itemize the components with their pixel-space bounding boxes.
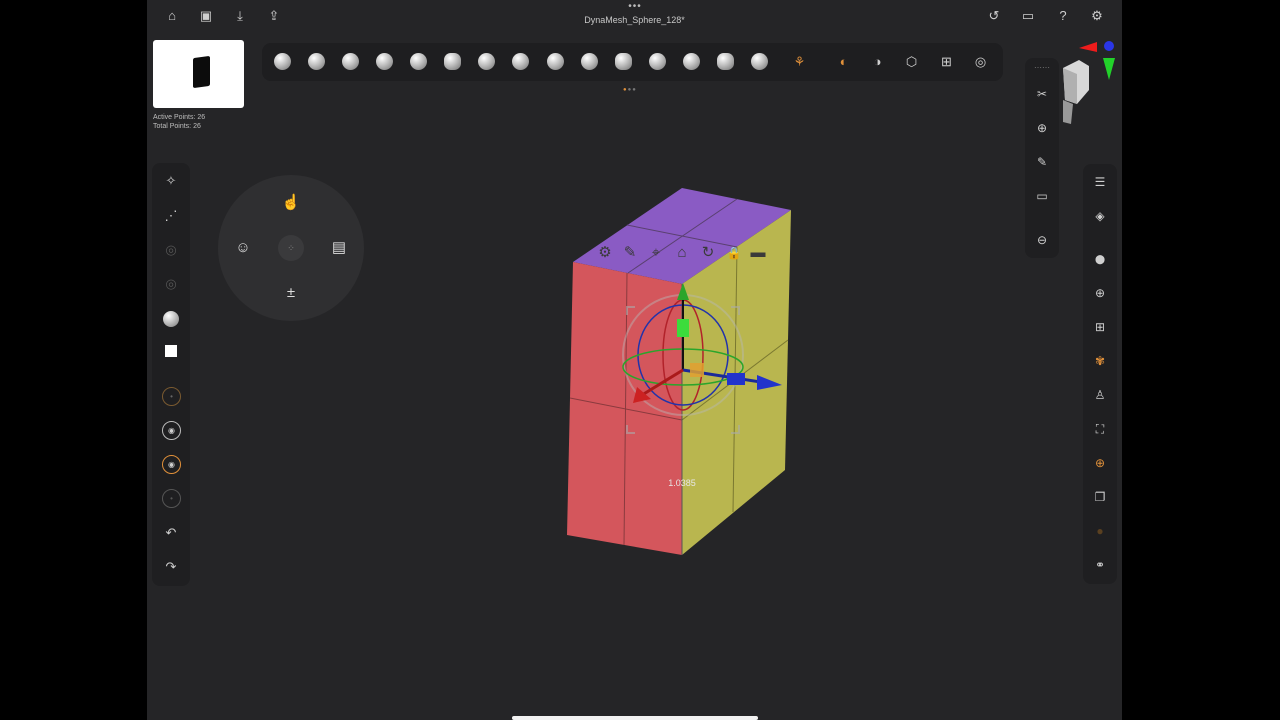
history-icon[interactable]: ↺ xyxy=(986,8,1002,24)
masks-icon[interactable]: ☺ xyxy=(230,235,256,261)
brush-inflate[interactable] xyxy=(410,53,427,70)
brush-snake[interactable] xyxy=(615,53,632,70)
page-dot: ● xyxy=(632,87,637,93)
brush-polish[interactable] xyxy=(717,53,734,70)
settings-gear-icon[interactable]: ⚙ xyxy=(1089,8,1105,24)
brush-crease[interactable] xyxy=(512,53,529,70)
brush-sphere[interactable] xyxy=(581,53,598,70)
rgb-dial-icon[interactable]: • xyxy=(162,489,181,508)
right-tools-panel: ⋯⋯ ✂ ⊕ ✎ ▭ ⊖ xyxy=(1025,58,1059,258)
grid-xyz-icon[interactable]: ⊞ xyxy=(1090,317,1110,337)
brush-dam[interactable] xyxy=(547,53,564,70)
left-toolbar: ✧ ⋰ ◎ ◎ • ◉ ◉ • ↶ ↷ xyxy=(152,163,190,586)
dynamesh-icon[interactable]: ⬤ xyxy=(1090,249,1110,269)
gizmo-settings-icon[interactable]: ⚙ xyxy=(595,243,615,263)
brush-standard[interactable] xyxy=(342,53,359,70)
perspective-globe-icon[interactable]: ⊕ xyxy=(1090,453,1110,473)
cube-wire-icon[interactable]: ⬡ xyxy=(903,53,920,70)
gizmo-value-label: 1.0385 xyxy=(668,478,696,488)
transform-gizmo[interactable] xyxy=(607,275,787,440)
document-list-icon[interactable]: ☰ xyxy=(1090,172,1110,192)
plus-minus-icon[interactable]: ± xyxy=(278,280,304,306)
disabled-target-icon[interactable]: ◎ xyxy=(161,274,181,294)
symmetry-butterfly-icon[interactable]: ✾ xyxy=(1090,351,1110,371)
move-target-icon[interactable]: ⊕ xyxy=(1032,118,1052,138)
layers-icon[interactable]: ◈ xyxy=(1090,206,1110,226)
brush-clay[interactable] xyxy=(308,53,325,70)
radial-menu: ☝ ☺ ▤ ± ⁘ xyxy=(218,175,364,321)
disabled-target-icon[interactable]: ◎ xyxy=(161,240,181,260)
radial-center-grid-icon[interactable]: ⁘ xyxy=(278,235,304,261)
gizmo-location-icon[interactable]: ⌖ xyxy=(646,243,666,263)
gizmo-handle-y xyxy=(677,319,689,337)
brush-swirl[interactable] xyxy=(274,53,291,70)
undo-icon[interactable]: ↶ xyxy=(161,523,181,543)
panel-grip-icon[interactable]: ⋯⋯ xyxy=(1032,58,1052,78)
axis-red-arrow xyxy=(1079,42,1097,52)
duplicate-icon[interactable]: ❐ xyxy=(1090,487,1110,507)
gizmo-arrow-z xyxy=(757,375,782,390)
brush-spiral[interactable] xyxy=(751,53,768,70)
head-side xyxy=(1063,68,1077,104)
ruler-icon[interactable]: ▭ xyxy=(1032,186,1052,206)
brush-page-dots[interactable]: ●●● xyxy=(623,87,637,93)
brush-smooth[interactable] xyxy=(376,53,393,70)
help-icon[interactable]: ? xyxy=(1055,8,1071,24)
head-neck xyxy=(1063,100,1073,124)
gizmo-arrow-x xyxy=(633,387,651,403)
half-shade-icon[interactable]: ◑ xyxy=(869,53,886,70)
gizmo-lock-icon[interactable]: 🔒 xyxy=(724,243,744,263)
brush-pinch[interactable] xyxy=(478,53,495,70)
size-dial-icon[interactable]: • xyxy=(162,387,181,406)
gizmo-home-icon[interactable]: ⌂ xyxy=(672,243,692,263)
color-swatch-icon[interactable] xyxy=(161,340,181,360)
add-square-icon[interactable]: ⊞ xyxy=(938,53,955,70)
material-icon[interactable]: ◐ xyxy=(835,53,852,70)
layout-icon[interactable]: ▭ xyxy=(1020,8,1036,24)
stroke-dots-icon[interactable]: ⋰ xyxy=(161,206,181,226)
gizmo-pin-icon[interactable]: ✎ xyxy=(620,243,640,263)
active-points-label: Active Points: 26 xyxy=(153,114,206,121)
material-sphere-icon[interactable] xyxy=(161,308,181,328)
toggle-icon[interactable]: ◎ xyxy=(972,53,989,70)
gizmo-reset-icon[interactable]: ↻ xyxy=(698,243,718,263)
material-dot-icon[interactable]: ● xyxy=(1090,521,1110,541)
gizmo-minus-icon[interactable]: ▬ xyxy=(748,243,768,263)
symmetry-sparkle-icon[interactable]: ✧ xyxy=(161,171,181,191)
gizmo-center-handle xyxy=(690,363,704,377)
brush-trim[interactable] xyxy=(683,53,700,70)
right-toolbar: ☰ ◈ ⬤ ⊕ ⊞ ✾ ♙ ⛶ ⊕ ❐ ● ⚭ xyxy=(1083,164,1117,584)
thumbnail-shape xyxy=(193,55,210,89)
hand-pointer-icon[interactable]: ☝ xyxy=(278,190,304,216)
brush-toolbar: ⚘ ◐ ◑ ⬡ ⊞ ◎ xyxy=(262,43,1003,81)
app-window: ••• ⌂ ▣ ⤓ ⇪ DynaMesh_Sphere_128* ↺ ▭ ? ⚙… xyxy=(147,0,1122,720)
home-indicator[interactable] xyxy=(512,716,758,720)
redo-icon[interactable]: ↷ xyxy=(161,557,181,577)
subtools-icon[interactable]: ⚭ xyxy=(1090,555,1110,575)
focal-shift-icon[interactable]: ◉ xyxy=(162,421,181,440)
gizmo-arrow-y xyxy=(677,283,689,300)
window-grip[interactable]: ••• xyxy=(627,1,643,12)
axis-blue-dot xyxy=(1104,41,1114,51)
gizmo-handle-z xyxy=(727,373,745,385)
brush-move[interactable] xyxy=(649,53,666,70)
document-title: DynaMesh_Sphere_128* xyxy=(584,15,685,25)
gizmo-axis-x xyxy=(641,368,684,397)
brush-flatten[interactable] xyxy=(444,53,461,70)
intensity-dial-icon[interactable]: ◉ xyxy=(162,455,181,474)
axis-green-arrow xyxy=(1103,58,1115,80)
card-icon[interactable]: ▤ xyxy=(326,235,352,261)
fit-frame-icon[interactable]: ⛶ xyxy=(1090,419,1110,439)
tools-crossed-icon[interactable]: ✂ xyxy=(1032,84,1052,104)
more-options-icon[interactable]: ⊖ xyxy=(1032,230,1052,250)
total-points-label: Total Points: 26 xyxy=(153,123,201,130)
pen-icon[interactable]: ✎ xyxy=(1032,152,1052,172)
pointer-icon[interactable]: ⚘ xyxy=(791,53,808,70)
model-thumbnail[interactable] xyxy=(153,40,244,108)
axis-orientation-gizmo[interactable] xyxy=(1077,38,1117,82)
gizmo-move-icon[interactable]: ⊕ xyxy=(1090,283,1110,303)
mannequin-icon[interactable]: ♙ xyxy=(1090,385,1110,405)
